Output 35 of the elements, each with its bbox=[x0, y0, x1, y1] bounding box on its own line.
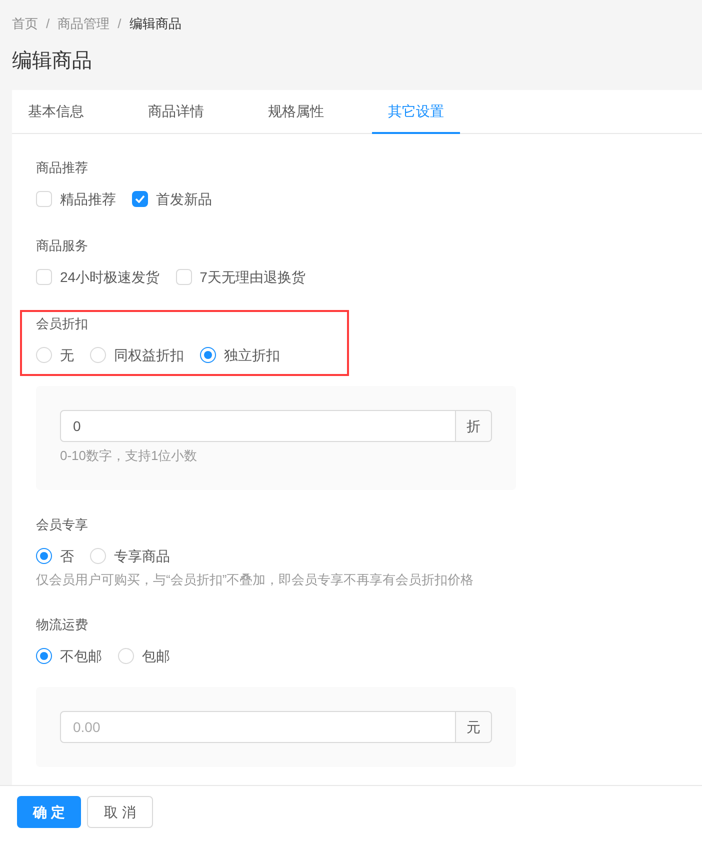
section-label: 商品服务 bbox=[36, 237, 89, 255]
hint-text: 仅会员用户可购买，与“会员折扣”不叠加，即会员专享不再享有会员折扣价格 bbox=[36, 571, 475, 589]
option-label[interactable]: 独立折扣 bbox=[224, 344, 280, 366]
radio-button[interactable] bbox=[36, 548, 52, 564]
tab[interactable]: 商品详情 bbox=[132, 90, 220, 134]
breadcrumb-current: 编辑商品 bbox=[129, 15, 182, 34]
option-label[interactable]: 同权益折扣 bbox=[114, 344, 184, 366]
input-field[interactable]: 0.00 bbox=[60, 711, 456, 743]
tab[interactable]: 规格属性 bbox=[252, 90, 340, 134]
checkbox[interactable] bbox=[132, 191, 148, 207]
check-icon bbox=[135, 195, 145, 203]
option-label[interactable]: 精品推荐 bbox=[60, 188, 116, 210]
radio-button[interactable] bbox=[36, 648, 52, 664]
page-title: 编辑商品 bbox=[11, 49, 93, 74]
input-suffix: 元 bbox=[456, 711, 492, 743]
hint-text: 0-10数字，支持1位小数 bbox=[60, 447, 198, 465]
section-label: 商品推荐 bbox=[36, 159, 89, 177]
section-label: 物流运费 bbox=[36, 616, 89, 634]
option-label[interactable]: 首发新品 bbox=[156, 188, 212, 210]
option-label[interactable]: 无 bbox=[60, 344, 74, 366]
breadcrumb-separator: / bbox=[118, 15, 122, 34]
cancel-button[interactable]: 取 消 bbox=[86, 796, 153, 828]
section-label: 会员专享 bbox=[36, 516, 89, 534]
tab[interactable]: 基本信息 bbox=[12, 90, 100, 134]
option-label[interactable]: 包邮 bbox=[142, 646, 170, 666]
option-label[interactable]: 24小时极速发货 bbox=[60, 266, 160, 288]
option-label[interactable]: 专享商品 bbox=[114, 546, 170, 566]
section-label: 会员折扣 bbox=[36, 315, 89, 333]
input-suffix: 折 bbox=[456, 410, 492, 442]
radio-button[interactable] bbox=[200, 347, 216, 363]
breadcrumb-separator: / bbox=[46, 15, 50, 34]
option-label[interactable]: 不包邮 bbox=[60, 646, 102, 666]
input-field[interactable]: 0 bbox=[60, 410, 456, 442]
option-label[interactable]: 否 bbox=[60, 546, 74, 566]
option-label[interactable]: 7天无理由退换货 bbox=[200, 266, 306, 288]
